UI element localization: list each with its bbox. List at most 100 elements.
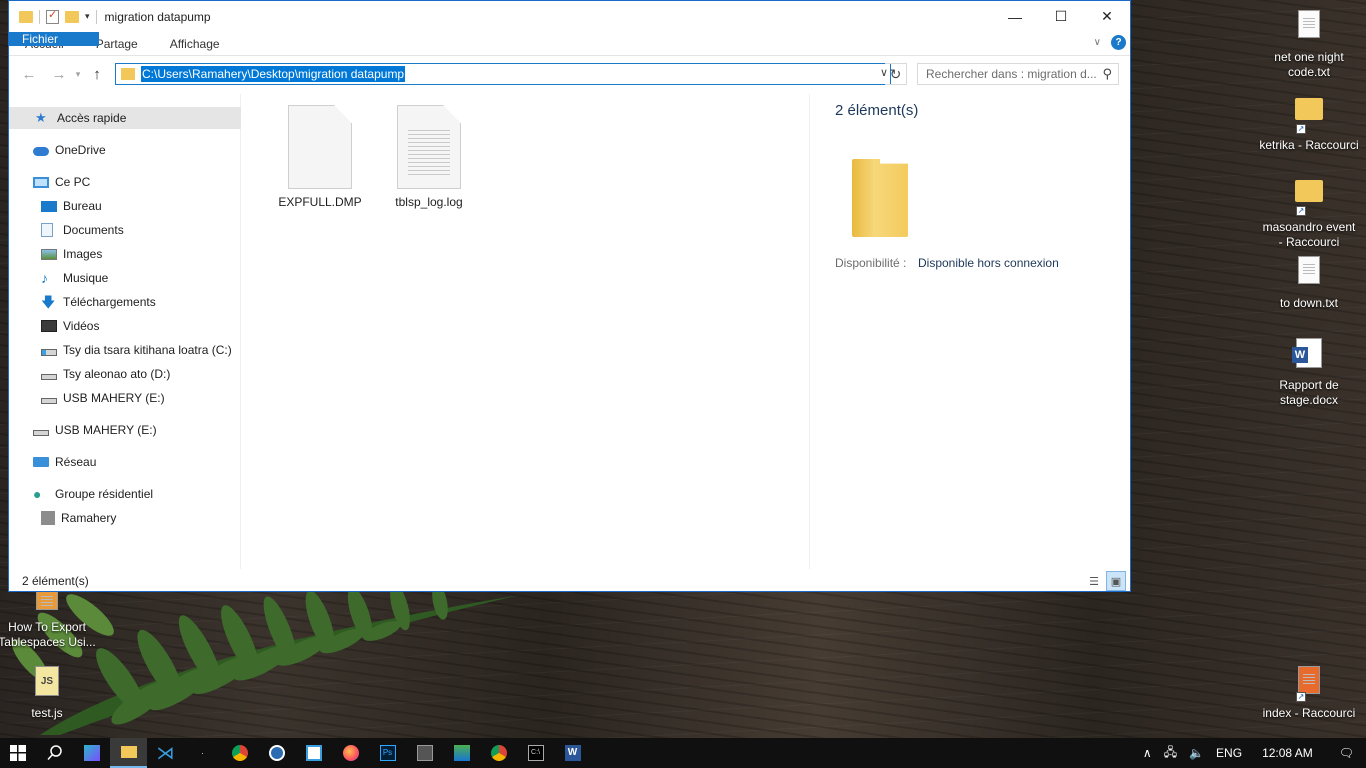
start-icon[interactable] [0,738,36,768]
folder-shortcut-icon: ↗ [1293,98,1325,134]
maximize-button[interactable]: ☐ [1038,1,1084,32]
desktop-icon-masoandro[interactable]: ↗ masoandro event - Raccourci [1259,172,1359,250]
address-bar[interactable]: C:\Users\Ramahery\Desktop\migration data… [115,63,891,85]
search-icon[interactable]: ⚲ [1102,66,1112,82]
expand-ribbon-icon[interactable]: ∨ [1094,37,1101,48]
view-switcher: ☰ ▣ [1084,571,1126,591]
search-icon[interactable] [36,738,73,768]
sidebar-item-acces-rapide[interactable]: ★ Accès rapide [9,107,241,129]
sidebar-item-reseau[interactable]: Réseau [9,451,241,473]
sidebar-item-usb-e-root[interactable]: USB MAHERY (E:) [9,419,241,441]
libreoffice-icon[interactable] [295,738,332,768]
sidebar-item-groupe-residentiel[interactable]: ● Groupe résidentiel [9,483,241,505]
text-file-icon [1293,256,1325,292]
sidebar-item-musique[interactable]: ♪ Musique [9,267,241,289]
network-icon[interactable]: 🖧 [1158,743,1183,764]
word-icon[interactable]: W [554,738,591,768]
vscode-icon[interactable]: ⋊ [147,738,184,768]
sidebar-item-videos[interactable]: Vidéos [9,315,241,337]
status-item-count: 2 élément(s) [22,574,89,588]
file-name: EXPFULL.DMP [278,195,362,209]
sidebar-item-onedrive[interactable]: OneDrive [9,139,241,161]
cmd-icon[interactable]: C:\ [517,738,554,768]
new-folder-icon[interactable] [65,10,79,23]
sidebar-item-drive-c[interactable]: Tsy dia tsara kitihana loatra (C:) [9,339,241,361]
desktop-icon-to-down[interactable]: to down.txt [1259,254,1359,311]
file-name: tblsp_log.log [395,195,463,209]
sidebar-item-label: USB MAHERY (E:) [55,423,157,437]
up-button[interactable]: ↑ [85,66,109,83]
task-view-icon[interactable] [73,738,110,768]
refresh-button[interactable]: ↻ [885,63,907,85]
chevron-down-icon[interactable]: ▾ [71,69,85,80]
large-icons-view-icon[interactable]: ▣ [1106,571,1126,591]
availability-value: Disponible hors connexion [918,256,1059,270]
desktop-icon-test-js[interactable]: JS test.js [0,664,97,721]
status-bar: 2 élément(s) ☰ ▣ [9,571,1130,591]
sidebar-item-label: Ce PC [55,175,91,189]
sidebar-item-drive-d[interactable]: Tsy aleonao ato (D:) [9,363,241,385]
volume-icon[interactable]: 🔈 [1183,746,1210,760]
chrome-icon[interactable] [221,738,258,768]
tab-affichage[interactable]: Affichage [154,32,236,55]
chrome-icon[interactable] [480,738,517,768]
star-icon: ★ [35,110,47,125]
system-tray: ∧ 🖧 🔈 ENG 12:08 AM 🗨 [1137,738,1366,768]
desktop-icon-ketrika[interactable]: ↗ ketrika - Raccourci [1259,90,1359,153]
app-icon[interactable] [443,738,480,768]
window-title: migration datapump [104,9,211,24]
help-icon[interactable]: ? [1111,35,1126,50]
navigation-bar: ← → ▾ ↑ C:\Users\Ramahery\Desktop\migrat… [9,56,1130,92]
desktop-icon-label: masoandro event - Raccourci [1262,220,1356,249]
blank-app-icon[interactable]: · [184,738,221,768]
desktop-icon-net-one-night[interactable]: net one night code.txt [1259,8,1359,80]
file-item-tblsp-log[interactable]: tblsp_log.log [384,105,474,209]
search-input[interactable]: Rechercher dans : migration d... ⚲ [917,63,1119,85]
blank-file-icon [288,105,352,189]
sidebar-item-bureau[interactable]: Bureau [9,195,241,217]
sidebar-item-ramahery[interactable]: Ramahery [9,507,241,529]
sidebar-item-telechargements[interactable]: 🡇 Téléchargements [9,291,241,313]
photoshop-icon[interactable]: Ps [369,738,406,768]
desktop-icon-index[interactable]: ↗ index - Raccourci [1259,664,1359,721]
firefox-icon[interactable] [332,738,369,768]
file-explorer-icon[interactable] [110,738,147,768]
customize-toolbar-icon[interactable]: ▾ [85,11,90,22]
forward-button[interactable]: → [47,66,71,83]
desktop-icon-rapport[interactable]: W Rapport de stage.docx [1259,336,1359,408]
music-icon: ♪ [41,270,48,286]
back-button[interactable]: ← [17,66,41,83]
taskbar: ⋊ · Ps C:\ W ∧ 🖧 🔈 ENG 12:08 AM 🗨 [0,738,1366,768]
title-bar[interactable]: ▾ migration datapump — ☐ ✕ [9,1,1130,32]
sidebar-item-label: Musique [63,271,109,285]
close-button[interactable]: ✕ [1084,1,1130,32]
quick-access-toolbar: ▾ [9,8,97,24]
sidebar-item-label: Documents [63,223,124,237]
file-list: EXPFULL.DMP tblsp_log.log [242,94,808,569]
file-item-expfull[interactable]: EXPFULL.DMP [275,105,365,209]
sidebar-item-ce-pc[interactable]: Ce PC [9,171,241,193]
sidebar-item-documents[interactable]: Documents [9,219,241,241]
computer-icon [33,176,49,188]
sidebar-item-label: Ramahery [61,511,117,525]
chevron-up-icon[interactable]: ∧ [1137,746,1158,760]
html-shortcut-icon: ↗ [1293,666,1325,702]
details-view-icon[interactable]: ☰ [1084,571,1104,591]
sidebar-item-label: Réseau [55,455,97,469]
window-controls: — ☐ ✕ [992,1,1130,32]
desktop-icon-how-to-export[interactable]: How To Export Tablespaces Usi... [0,586,97,650]
sidebar-item-usb-e[interactable]: USB MAHERY (E:) [9,387,241,409]
sidebar-item-images[interactable]: Images [9,243,241,265]
tab-fichier[interactable]: Fichier [9,32,99,46]
action-center-icon[interactable]: 🗨 [1327,746,1366,760]
sqlplus-icon[interactable] [406,738,443,768]
properties-icon[interactable] [46,8,59,24]
kodi-icon[interactable] [258,738,295,768]
minimize-button[interactable]: — [992,1,1038,32]
language-indicator[interactable]: ENG [1210,746,1248,760]
clock[interactable]: 12:08 AM [1248,746,1327,760]
cloud-icon [33,147,49,156]
folder-icon [19,10,33,23]
search-placeholder: Rechercher dans : migration d... [926,67,1097,81]
address-path[interactable]: C:\Users\Ramahery\Desktop\migration data… [141,66,406,82]
